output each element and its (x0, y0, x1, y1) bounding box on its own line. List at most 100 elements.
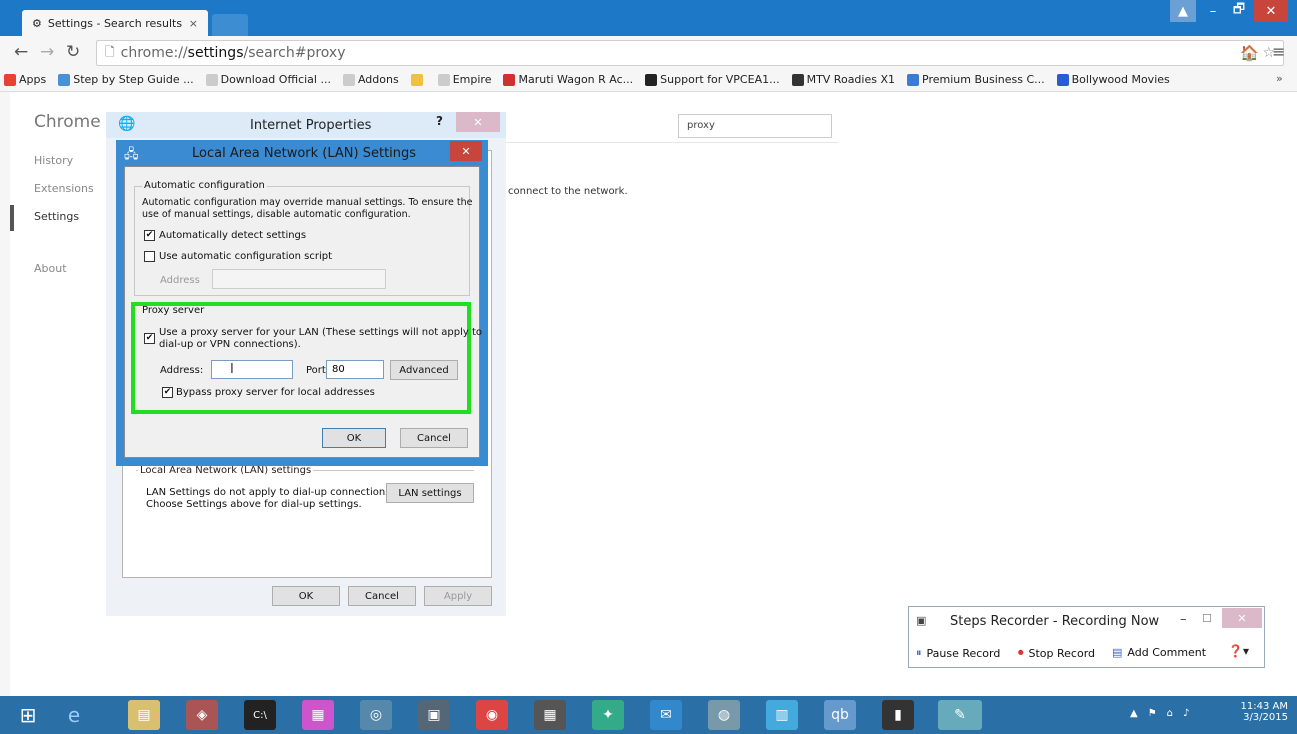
bookmark-icon (410, 73, 423, 86)
system-tray[interactable]: ▲ ⚑ ⌂ ♪ (1130, 708, 1189, 719)
tab-settings[interactable]: ⚙ Settings - Search results × (22, 10, 208, 36)
auto-config-label: Automatic configuration (142, 180, 267, 191)
page-icon: 🗋 (105, 44, 115, 59)
pause-icon: ⏸ (916, 646, 922, 659)
extension-icon[interactable]: 🏠 (1240, 44, 1259, 62)
file-explorer-icon[interactable]: ▤ (128, 700, 160, 730)
start-button[interactable]: ⊞ (12, 700, 44, 730)
bookmark-item[interactable]: Support for VPCEA1... (645, 73, 780, 86)
app-icon-6[interactable]: ◍ (708, 700, 740, 730)
url-host: settings (187, 45, 244, 61)
bookmark-icon (4, 73, 16, 86)
stop-icon: ⏺ (1018, 646, 1024, 659)
new-tab-button[interactable] (212, 14, 248, 36)
app-icon-8[interactable]: ▮ (882, 700, 914, 730)
bookmark-icon (503, 73, 516, 86)
bookmark-item[interactable]: Premium Business C... (907, 73, 1045, 86)
comment-label: Add Comment (1127, 646, 1207, 659)
auto-detect-checkbox[interactable]: ✔ (144, 230, 155, 241)
lan-close-button[interactable]: ✕ (450, 141, 482, 161)
lan-dialog-icon: 🖧 (124, 147, 139, 162)
bookmark-item[interactable]: Bollywood Movies (1056, 73, 1170, 86)
back-icon[interactable]: ← (14, 42, 28, 62)
app-icon-1[interactable]: ◈ (186, 700, 218, 730)
lan-cancel-button[interactable]: Cancel (400, 428, 468, 448)
inet-apply-button[interactable]: Apply (424, 586, 492, 606)
use-proxy-label-1: Use a proxy server for your LAN (These s… (159, 327, 483, 338)
sidebar-item-about[interactable]: About (34, 262, 67, 275)
restore-button[interactable]: 🗗 (1226, 0, 1252, 22)
ie-icon[interactable]: e (58, 700, 90, 730)
advanced-button[interactable]: Advanced (390, 360, 458, 380)
sr-close-button[interactable]: ✕ (1222, 608, 1262, 628)
app-icon-2[interactable]: ▦ (302, 700, 334, 730)
sr-minimize-button[interactable]: – (1180, 612, 1187, 627)
bookmark-item[interactable] (410, 73, 426, 86)
bookmark-item[interactable]: Maruti Wagon R Ac... (503, 73, 633, 86)
use-proxy-label-2: dial-up or VPN connections). (159, 339, 301, 350)
app-icon-3[interactable]: ◎ (360, 700, 392, 730)
inet-close-button[interactable]: ✕ (456, 112, 500, 132)
bookmark-item[interactable]: Download Official ... (205, 73, 331, 86)
lan-text-1: LAN Settings do not apply to dial-up con… (146, 487, 394, 498)
bookmark-item[interactable]: MTV Roadies X1 (791, 73, 895, 86)
inet-cancel-button[interactable]: Cancel (348, 586, 416, 606)
store-icon[interactable]: ▦ (534, 700, 566, 730)
app-icon-9[interactable]: ✎ (938, 700, 982, 730)
pause-record-button[interactable]: ⏸ Pause Record (916, 646, 1000, 660)
chrome-icon[interactable]: ◉ (476, 700, 508, 730)
sr-help-icon[interactable]: ❓▾ (1228, 644, 1249, 658)
qb-icon[interactable]: qb (824, 700, 856, 730)
network-icon[interactable]: ⌂ (1167, 708, 1173, 719)
port-input[interactable]: 80 (326, 360, 384, 379)
bypass-checkbox[interactable]: ✔ (162, 387, 173, 398)
lan-ok-button[interactable]: OK (322, 428, 386, 448)
bookmark-item[interactable]: Addons (342, 73, 399, 86)
inet-ok-button[interactable]: OK (272, 586, 340, 606)
bookmark-item[interactable]: Step by Step Guide ... (58, 73, 194, 86)
flag-icon[interactable]: ⚑ (1148, 708, 1157, 719)
sidebar-item-extensions[interactable]: Extensions (34, 182, 94, 195)
volume-icon[interactable]: ♪ (1183, 708, 1189, 719)
stop-label: Stop Record (1028, 646, 1096, 660)
lan-settings-button[interactable]: LAN settings (386, 483, 474, 503)
search-input[interactable]: proxy (678, 114, 832, 138)
menu-icon[interactable]: ≡ (1272, 42, 1285, 61)
clock-time: 11:43 AM (1240, 701, 1288, 712)
address-bar[interactable]: 🗋 chrome://settings/search#proxy ☆ (96, 40, 1284, 66)
bookmark-item[interactable]: Empire (437, 73, 491, 86)
bookmark-item[interactable]: Apps (4, 73, 46, 86)
user-icon[interactable]: ▲ (1170, 0, 1196, 22)
lan-group-label: Local Area Network (LAN) settings (138, 465, 314, 476)
clock[interactable]: 11:43 AM 3/3/2015 (1238, 701, 1288, 723)
steps-recorder-title: Steps Recorder - Recording Now (950, 614, 1160, 629)
proxy-address-input[interactable] (211, 360, 293, 379)
app-icon-7[interactable]: ▥ (766, 700, 798, 730)
stop-record-button[interactable]: ⏺ Stop Record (1018, 646, 1095, 660)
app-icon-5[interactable]: ✦ (592, 700, 624, 730)
help-icon[interactable]: ? (436, 114, 443, 128)
inet-title: Internet Properties (250, 118, 372, 133)
minimize-button[interactable]: – (1200, 0, 1226, 22)
bypass-label: Bypass proxy server for local addresses (176, 387, 375, 398)
comment-icon: ▤ (1112, 646, 1123, 659)
sr-maximize-button[interactable]: ☐ (1202, 612, 1212, 625)
auto-address-input[interactable] (212, 269, 386, 289)
bookmarks-more[interactable]: » (1276, 72, 1283, 85)
add-comment-button[interactable]: ▤ Add Comment (1112, 646, 1206, 659)
forward-icon[interactable]: → (40, 42, 54, 62)
close-tab-icon[interactable]: × (189, 17, 198, 30)
close-window-button[interactable]: ✕ (1254, 0, 1288, 22)
app-icon-4[interactable]: ▣ (418, 700, 450, 730)
sidebar-item-settings[interactable]: Settings (34, 210, 79, 223)
cmd-icon[interactable]: C:\ (244, 700, 276, 730)
tab-title: Settings - Search results (47, 16, 183, 30)
use-proxy-checkbox[interactable]: ✔ (144, 333, 155, 344)
auto-script-checkbox[interactable] (144, 251, 155, 262)
auto-detect-label: Automatically detect settings (159, 230, 307, 241)
sidebar-item-history[interactable]: History (34, 154, 73, 167)
tray-chevron-icon[interactable]: ▲ (1130, 708, 1138, 719)
reload-icon[interactable]: ↻ (66, 42, 80, 62)
mail-icon[interactable]: ✉ (650, 700, 682, 730)
bookmark-icon (58, 73, 71, 86)
